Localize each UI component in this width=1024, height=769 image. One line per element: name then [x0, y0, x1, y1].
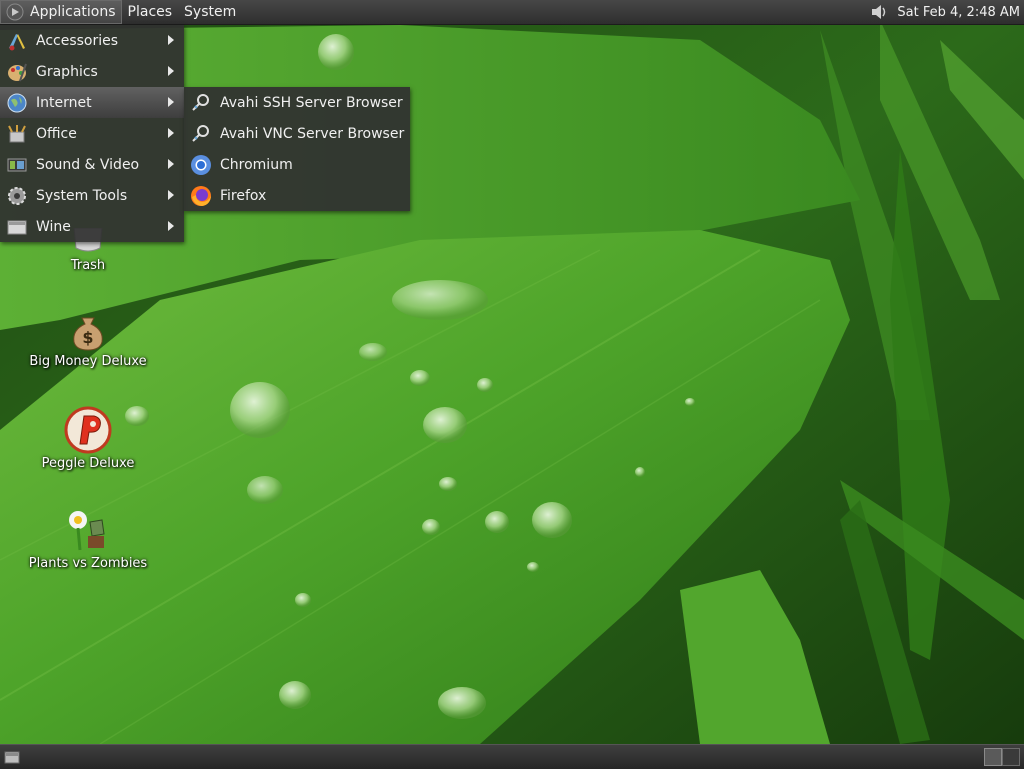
firefox-icon [191, 185, 211, 206]
system-menu-button[interactable]: System [178, 0, 242, 24]
accessories-icon [9, 33, 25, 50]
menu-item-wine[interactable]: Wine [0, 211, 184, 242]
internet-submenu: Avahi SSH Server Browser Avahi VNC Serve… [184, 87, 410, 211]
submenu-arrow-icon [168, 128, 174, 138]
desktop-icon-plants-vs-zombies[interactable]: Plants vs Zombies [18, 506, 158, 571]
submenu-arrow-icon [168, 159, 174, 169]
menu-item-avahi-ssh[interactable]: Avahi SSH Server Browser [184, 87, 410, 118]
desktop-icon-peggle-deluxe[interactable]: Peggle Deluxe [18, 406, 158, 471]
desktop-icon-label: Trash [70, 258, 106, 273]
system-tray: Sat Feb 4, 2:48 AM [869, 0, 1024, 24]
submenu-arrow-icon [168, 190, 174, 200]
menu-item-label: Internet [36, 94, 92, 111]
menu-item-label: Avahi VNC Server Browser [220, 125, 405, 142]
menu-item-graphics[interactable]: Graphics [0, 56, 184, 87]
chromium-icon [191, 154, 211, 175]
menu-item-label: Chromium [220, 156, 293, 173]
menu-item-label: Graphics [36, 63, 98, 80]
avahi-ssh-icon [192, 93, 209, 111]
top-panel: Applications Places System Sat Feb 4, 2:… [0, 0, 1024, 25]
graphics-icon [8, 63, 27, 81]
applications-menu-button[interactable]: Applications [0, 0, 122, 24]
system-tools-icon [8, 186, 26, 205]
show-desktop-icon[interactable] [4, 749, 20, 765]
places-menu-button[interactable]: Places [122, 0, 179, 24]
menu-item-chromium[interactable]: Chromium [184, 149, 410, 180]
places-label: Places [127, 4, 173, 20]
desktop-icon-big-money-deluxe[interactable]: $ Big Money Deluxe [18, 312, 158, 369]
gnome-foot-icon [6, 3, 24, 21]
office-icon [8, 124, 26, 142]
menu-item-firefox[interactable]: Firefox [184, 180, 410, 211]
volume-icon[interactable] [869, 2, 889, 22]
submenu-arrow-icon [168, 97, 174, 107]
menu-item-avahi-vnc[interactable]: Avahi VNC Server Browser [184, 118, 410, 149]
menu-item-sound-video[interactable]: Sound & Video [0, 149, 184, 180]
menu-item-label: Office [36, 125, 77, 142]
avahi-vnc-icon [192, 124, 209, 142]
menu-item-accessories[interactable]: Accessories [0, 25, 184, 56]
plants-vs-zombies-icon [69, 511, 105, 551]
menu-item-office[interactable]: Office [0, 118, 184, 149]
wine-icon [7, 220, 27, 234]
menu-item-label: Accessories [36, 32, 119, 49]
submenu-arrow-icon [168, 221, 174, 231]
menu-item-label: Wine [36, 218, 71, 235]
menu-item-label: Firefox [220, 187, 267, 204]
submenu-arrow-icon [168, 35, 174, 45]
menu-item-label: Avahi SSH Server Browser [220, 94, 403, 111]
desktop-icon-label: Peggle Deluxe [41, 456, 135, 471]
menu-item-label: System Tools [36, 187, 128, 204]
menu-item-internet[interactable]: Internet [0, 87, 184, 118]
workspace-switcher-icon[interactable] [984, 748, 1020, 766]
internet-icon [7, 93, 27, 112]
system-label: System [184, 4, 237, 20]
clock[interactable]: Sat Feb 4, 2:48 AM [897, 5, 1020, 20]
submenu-arrow-icon [168, 66, 174, 76]
applications-dropdown-menu: Accessories Graphics Internet Office Sou… [0, 25, 184, 242]
menu-item-label: Sound & Video [36, 156, 140, 173]
peggle-icon [64, 406, 112, 454]
bottom-panel [0, 744, 1024, 769]
svg-text:$: $ [82, 328, 93, 347]
sound-video-icon [7, 158, 27, 171]
desktop-icon-label: Plants vs Zombies [28, 556, 148, 571]
menu-item-system-tools[interactable]: System Tools [0, 180, 184, 211]
applications-label: Applications [30, 4, 116, 20]
money-bag-icon: $ [73, 317, 103, 351]
desktop-icon-label: Big Money Deluxe [29, 354, 147, 369]
